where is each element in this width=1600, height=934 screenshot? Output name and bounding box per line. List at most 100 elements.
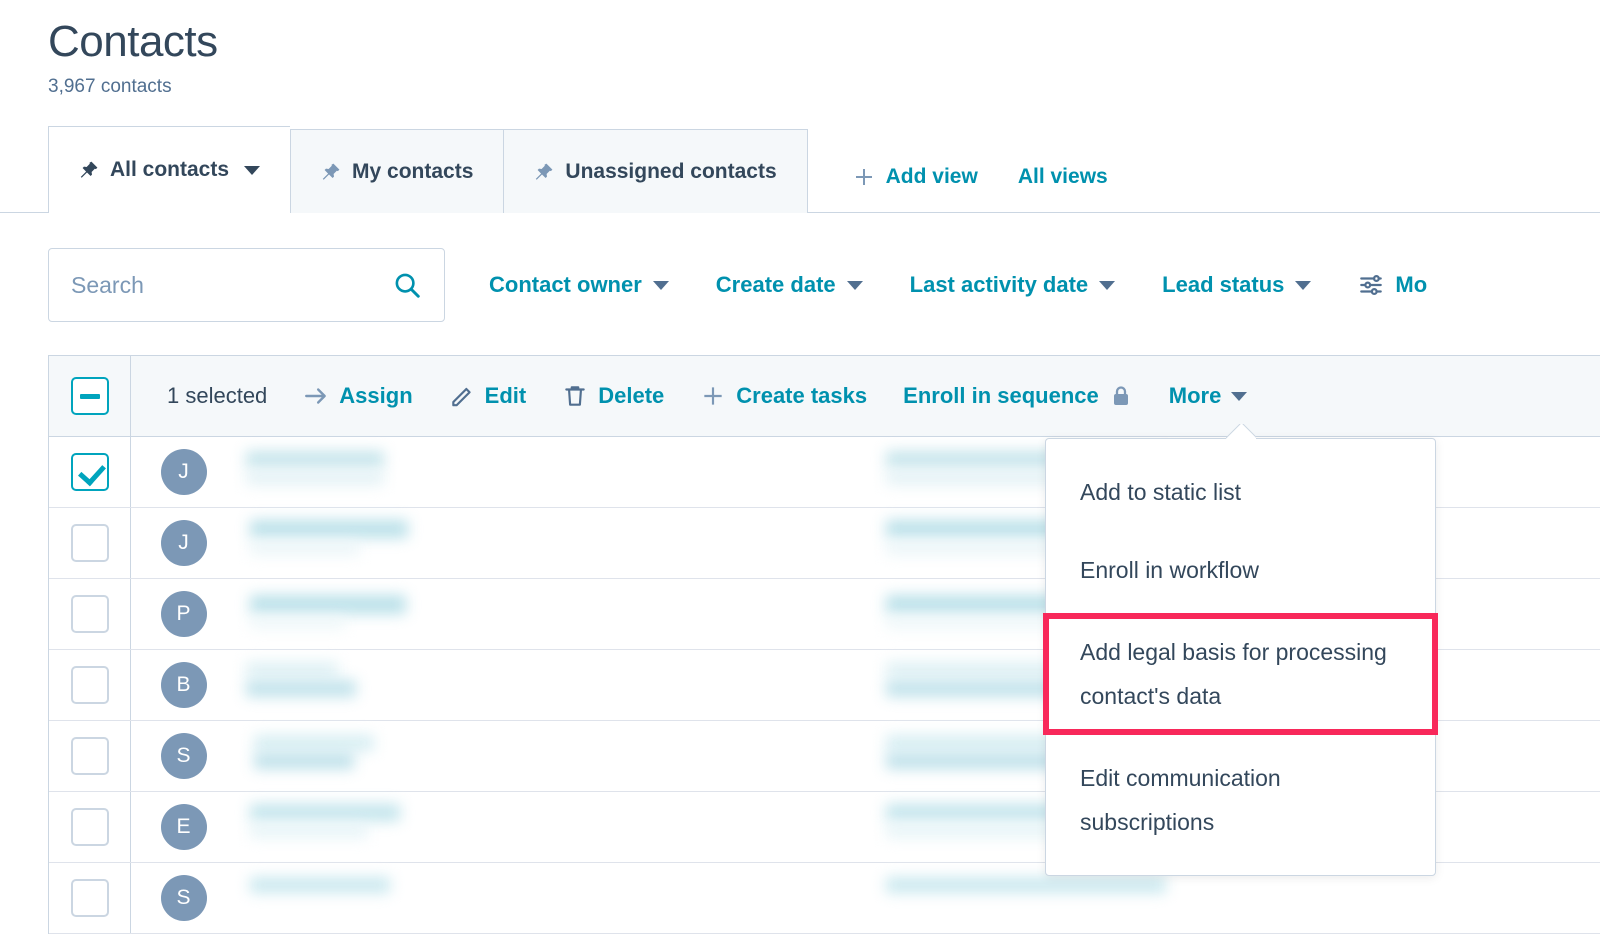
all-views-link[interactable]: All views — [1018, 165, 1108, 189]
enroll-in-sequence-button[interactable]: Enroll in sequence — [903, 383, 1133, 409]
action-label: Assign — [339, 383, 412, 409]
menu-item-label: Enroll in workflow — [1080, 557, 1259, 583]
redacted-name-cell — [236, 650, 566, 720]
view-tab-bar: All contacts My contacts Unassigned cont… — [0, 127, 1600, 213]
redacted-name-cell — [236, 508, 566, 578]
filter-label: Mo — [1395, 272, 1427, 298]
filter-label: Last activity date — [910, 272, 1089, 298]
pin-icon — [321, 162, 341, 182]
bulk-action-toolbar: 1 selected Assign Edit Delete — [49, 356, 1600, 437]
menu-item-enroll-in-workflow[interactable]: Enroll in workflow — [1046, 531, 1435, 609]
action-label: Create tasks — [736, 383, 867, 409]
assign-button[interactable]: Assign — [303, 383, 412, 409]
redacted-name-cell — [236, 792, 566, 862]
menu-item-label: Edit communication subscriptions — [1080, 765, 1281, 835]
avatar: J — [161, 449, 207, 495]
row-checkbox[interactable] — [71, 524, 109, 562]
redacted-gap-cell — [566, 579, 886, 649]
more-actions-dropdown: Add to static list Enroll in workflow Ad… — [1045, 438, 1436, 876]
filter-lead-status[interactable]: Lead status — [1162, 272, 1311, 298]
menu-item-add-to-static-list[interactable]: Add to static list — [1046, 453, 1435, 531]
row-checkbox[interactable] — [71, 879, 109, 917]
arrow-right-icon — [303, 383, 329, 409]
view-actions: Add view All views — [852, 165, 1108, 213]
row-checkbox[interactable] — [71, 666, 109, 704]
tab-label: My contacts — [352, 160, 473, 184]
search-icon[interactable] — [392, 270, 422, 300]
avatar: S — [161, 733, 207, 779]
avatar: S — [161, 875, 207, 921]
pin-icon — [534, 162, 554, 182]
add-view-button[interactable]: Add view — [852, 165, 978, 189]
tab-label: Unassigned contacts — [565, 160, 776, 184]
filter-more-filters[interactable]: Mo — [1358, 272, 1427, 298]
all-views-label: All views — [1018, 165, 1108, 189]
row-select-cell — [49, 650, 131, 720]
redacted-gap-cell — [566, 721, 886, 791]
page-header: Contacts 3,967 contacts — [0, 0, 1600, 100]
tab-label: All contacts — [110, 158, 229, 182]
avatar: J — [161, 520, 207, 566]
redacted-gap-cell — [566, 437, 886, 507]
avatar-cell: J — [131, 437, 236, 507]
filter-bar: Contact owner Create date Last activity … — [48, 248, 1600, 322]
redacted-gap-cell — [566, 508, 886, 578]
filter-label: Contact owner — [489, 272, 642, 298]
row-select-cell — [49, 863, 131, 933]
redacted-gap-cell — [566, 650, 886, 720]
create-tasks-button[interactable]: Create tasks — [700, 383, 867, 409]
avatar-cell: B — [131, 650, 236, 720]
plus-icon — [852, 165, 876, 189]
selected-count-label: 1 selected — [167, 383, 267, 409]
search-input[interactable] — [71, 272, 392, 299]
select-all-cell — [49, 356, 131, 436]
pencil-icon — [449, 383, 475, 409]
filter-last-activity-date[interactable]: Last activity date — [910, 272, 1116, 298]
bulk-actions: 1 selected Assign Edit Delete — [131, 356, 1600, 436]
select-all-checkbox[interactable] — [71, 377, 109, 415]
row-select-cell — [49, 721, 131, 791]
filter-contact-owner[interactable]: Contact owner — [489, 272, 669, 298]
edit-button[interactable]: Edit — [449, 383, 527, 409]
menu-item-add-legal-basis[interactable]: Add legal basis for processing contact's… — [1043, 613, 1438, 735]
chevron-down-icon — [1295, 281, 1311, 290]
search-box[interactable] — [48, 248, 445, 322]
row-checkbox[interactable] — [71, 453, 109, 491]
avatar: E — [161, 804, 207, 850]
more-actions-button[interactable]: More — [1169, 383, 1248, 409]
tab-my-contacts[interactable]: My contacts — [290, 129, 503, 213]
row-checkbox[interactable] — [71, 737, 109, 775]
row-checkbox[interactable] — [71, 595, 109, 633]
plus-icon — [700, 383, 726, 409]
menu-item-label: Add legal basis for processing contact's… — [1080, 639, 1387, 709]
avatar: B — [161, 662, 207, 708]
lock-icon — [1109, 384, 1133, 408]
redacted-gap-cell — [566, 792, 886, 862]
avatar-cell: P — [131, 579, 236, 649]
redacted-name-cell — [236, 437, 566, 507]
row-checkbox[interactable] — [71, 808, 109, 846]
tab-unassigned-contacts[interactable]: Unassigned contacts — [503, 129, 807, 213]
menu-item-label: Add to static list — [1080, 479, 1241, 505]
chevron-down-icon[interactable] — [244, 166, 260, 175]
redacted-gap-cell — [566, 863, 886, 933]
redacted-name-cell — [236, 721, 566, 791]
chevron-down-icon — [653, 281, 669, 290]
delete-button[interactable]: Delete — [562, 383, 664, 409]
action-label: Enroll in sequence — [903, 383, 1099, 409]
avatar-cell: J — [131, 508, 236, 578]
avatar-cell: S — [131, 721, 236, 791]
row-select-cell — [49, 579, 131, 649]
tab-all-contacts[interactable]: All contacts — [48, 126, 290, 213]
action-label: Edit — [485, 383, 527, 409]
page-subtitle-count: 3,967 contacts — [48, 74, 1600, 100]
menu-item-edit-communication-subscriptions[interactable]: Edit communication subscriptions — [1046, 739, 1435, 861]
action-label: More — [1169, 383, 1222, 409]
filter-create-date[interactable]: Create date — [716, 272, 863, 298]
row-select-cell — [49, 437, 131, 507]
filter-label: Lead status — [1162, 272, 1284, 298]
chevron-down-icon — [1099, 281, 1115, 290]
pin-icon — [79, 160, 99, 180]
avatar-cell: S — [131, 863, 236, 933]
avatar-cell: E — [131, 792, 236, 862]
